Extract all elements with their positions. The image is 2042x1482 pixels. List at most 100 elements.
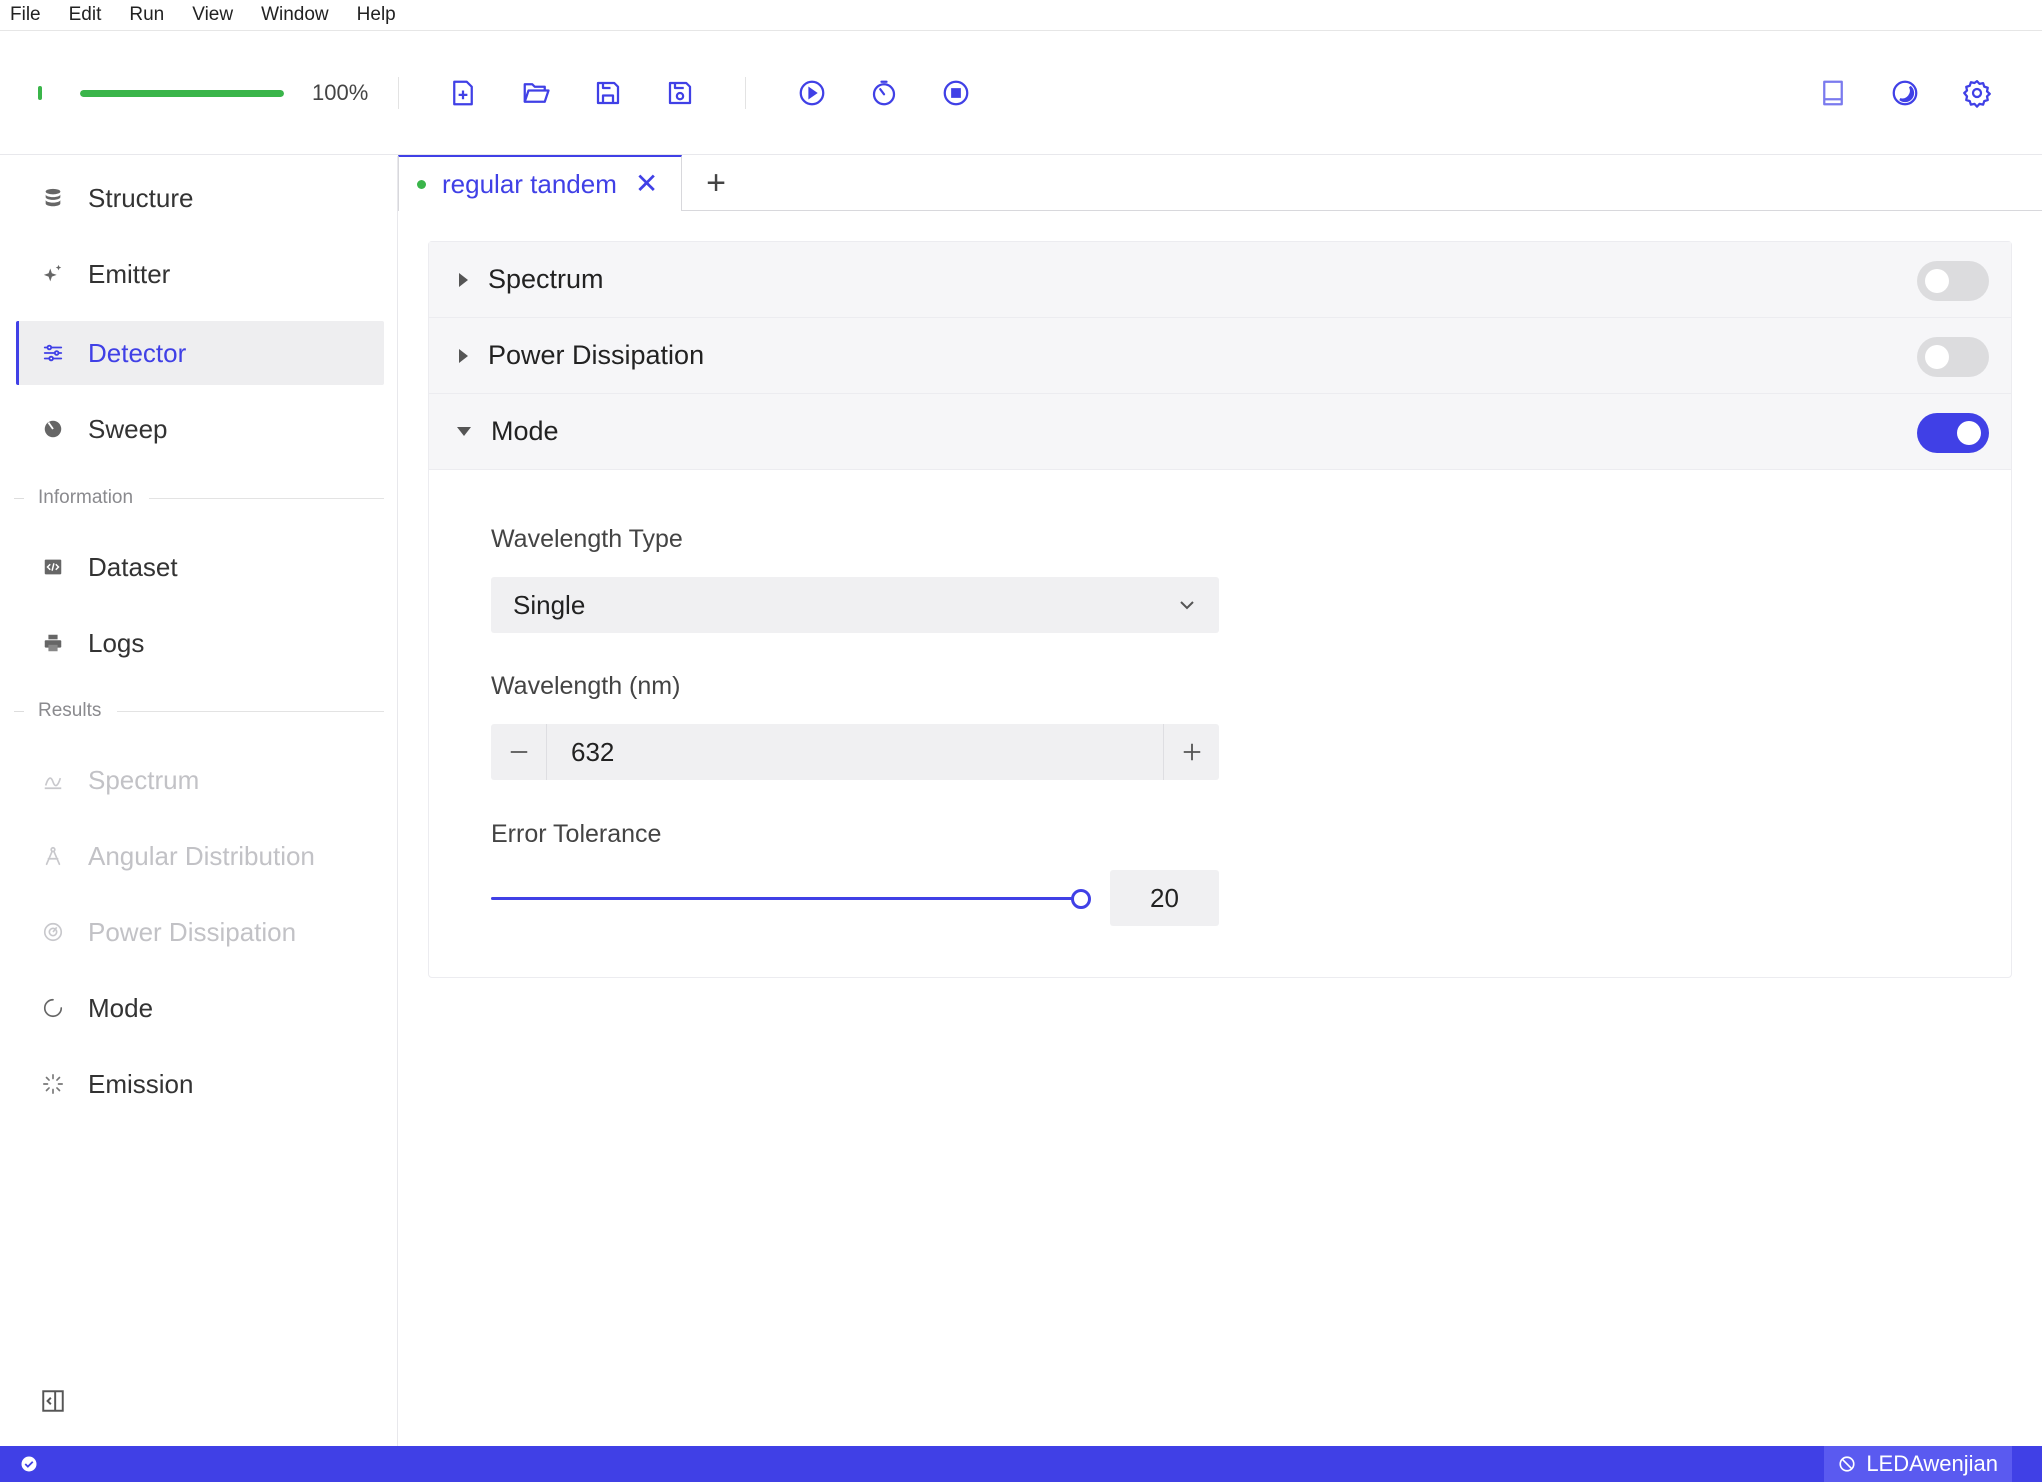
sidebar-item-logs[interactable]: Logs bbox=[16, 611, 384, 675]
caret-right-icon bbox=[459, 272, 468, 287]
new-file-button[interactable] bbox=[443, 73, 483, 113]
plus-icon bbox=[1183, 743, 1200, 761]
section-spectrum[interactable]: Spectrum bbox=[429, 242, 2011, 318]
sidebar-item-label: Power Dissipation bbox=[88, 916, 297, 947]
sidebar-item-label: Detector bbox=[88, 337, 187, 368]
wavelength-input[interactable]: 632 bbox=[571, 737, 614, 768]
wavelength-label: Wavelength (nm) bbox=[491, 672, 681, 700]
timer-button[interactable] bbox=[864, 73, 904, 113]
select-value: Single bbox=[513, 589, 586, 620]
wavelength-type-select[interactable]: Single bbox=[491, 577, 1219, 633]
timer-icon bbox=[872, 80, 896, 106]
wavelength-stepper: 632 bbox=[491, 724, 1219, 780]
section-power-dissipation[interactable]: Power Dissipation bbox=[429, 318, 2011, 394]
sidebar-item-sweep[interactable]: Sweep bbox=[16, 397, 384, 461]
sidebar-item-label: Dataset bbox=[88, 551, 178, 582]
sidebar-item-label: Structure bbox=[88, 182, 194, 213]
section-mode[interactable]: Mode bbox=[429, 394, 2011, 470]
section-title: Information bbox=[38, 487, 134, 508]
sidebar-item-label: Emission bbox=[88, 1068, 194, 1099]
menu-help[interactable]: Help bbox=[353, 2, 400, 28]
sidebar-item-emitter[interactable]: Emitter bbox=[16, 242, 384, 306]
wavelength-type-label: Wavelength Type bbox=[491, 525, 683, 553]
slider-fill bbox=[491, 897, 1081, 900]
status-indicator bbox=[38, 86, 42, 100]
save-as-icon bbox=[668, 81, 692, 105]
sidebar-item-emission[interactable]: Emission bbox=[16, 1052, 384, 1116]
section-title: Power Dissipation bbox=[488, 340, 705, 370]
tab-bar: regular tandem ✕ + bbox=[398, 155, 2042, 211]
section-title: Results bbox=[38, 700, 102, 721]
power-dissipation-toggle[interactable] bbox=[1917, 337, 1989, 377]
save-as-button[interactable] bbox=[660, 73, 700, 113]
chevron-down-icon bbox=[1180, 601, 1194, 610]
error-tolerance-input[interactable]: 20 bbox=[1110, 870, 1219, 926]
book-icon bbox=[1823, 80, 1843, 106]
increment-button[interactable] bbox=[1163, 724, 1219, 780]
gauge-icon bbox=[43, 922, 63, 942]
pie-icon bbox=[44, 420, 62, 438]
mode-toggle[interactable] bbox=[1917, 413, 1989, 453]
tab-status-dot bbox=[417, 179, 426, 189]
save-button[interactable] bbox=[588, 73, 628, 113]
error-tolerance-slider[interactable] bbox=[491, 884, 1091, 914]
tab-regular-tandem[interactable]: regular tandem ✕ bbox=[398, 155, 682, 211]
theme-icon bbox=[1892, 80, 1918, 106]
sparkle-icon bbox=[43, 264, 62, 282]
loading-icon bbox=[43, 998, 63, 1018]
theme-button[interactable] bbox=[1885, 73, 1925, 113]
tab-close-icon[interactable]: ✕ bbox=[635, 170, 658, 198]
menu-run[interactable]: Run bbox=[125, 2, 168, 28]
user-badge[interactable]: LEDAwenjian bbox=[1824, 1446, 2012, 1482]
docs-button[interactable] bbox=[1813, 73, 1853, 113]
decrement-button[interactable] bbox=[491, 724, 547, 780]
minus-icon bbox=[510, 751, 527, 753]
spinner-icon bbox=[43, 1074, 63, 1094]
sidebar-item-dataset[interactable]: Dataset bbox=[16, 535, 384, 599]
check-circle-icon bbox=[21, 1456, 37, 1472]
menu-edit[interactable]: Edit bbox=[65, 2, 106, 28]
toolbar: 100% bbox=[0, 31, 2042, 155]
spectrum-toggle[interactable] bbox=[1917, 261, 1989, 301]
sidebar-item-detector[interactable]: Detector bbox=[16, 321, 384, 385]
sidebar: Structure Emitter Detector Sweep Informa… bbox=[0, 156, 398, 1446]
slider-handle[interactable] bbox=[1071, 889, 1091, 909]
sidebar-item-mode[interactable]: Mode bbox=[16, 976, 384, 1040]
settings-button[interactable] bbox=[1957, 73, 1997, 113]
menu-view[interactable]: View bbox=[188, 2, 237, 28]
add-tab-button[interactable]: + bbox=[698, 164, 734, 202]
sidebar-item-label: Angular Distribution bbox=[88, 840, 315, 871]
sliders-icon bbox=[43, 344, 63, 362]
printer-icon bbox=[44, 634, 62, 652]
sidebar-item-structure[interactable]: Structure bbox=[16, 166, 384, 230]
menu-bar: File Edit Run View Window Help bbox=[0, 0, 2042, 31]
compass-icon bbox=[45, 846, 61, 866]
sidebar-collapse-icon bbox=[42, 1390, 64, 1412]
detector-panel: Spectrum Power Dissipation Mode Waveleng… bbox=[428, 241, 2012, 978]
username: LEDAwenjian bbox=[1866, 1451, 1998, 1476]
spectrum-icon bbox=[44, 777, 62, 790]
database-icon bbox=[45, 188, 61, 207]
menu-file[interactable]: File bbox=[6, 2, 45, 28]
stop-button[interactable] bbox=[936, 73, 976, 113]
sidebar-item-label: Emitter bbox=[88, 258, 171, 289]
stop-icon bbox=[943, 80, 969, 106]
run-button[interactable] bbox=[792, 73, 832, 113]
progress-fill bbox=[80, 90, 284, 97]
toolbar-divider bbox=[745, 77, 746, 109]
sidebar-item-label: Logs bbox=[88, 627, 145, 658]
section-title: Spectrum bbox=[488, 264, 604, 294]
toolbar-divider bbox=[398, 77, 399, 109]
sidebar-item-label: Mode bbox=[88, 992, 154, 1023]
section-header-information: Information bbox=[14, 486, 384, 510]
sidebar-item-label: Sweep bbox=[88, 413, 168, 444]
sidebar-item-label: Spectrum bbox=[88, 764, 200, 795]
open-folder-button[interactable] bbox=[516, 73, 556, 113]
sidebar-item-angular-distribution: Angular Distribution bbox=[16, 824, 384, 888]
section-header-results: Results bbox=[14, 699, 384, 723]
collapse-sidebar-button[interactable] bbox=[40, 1388, 66, 1414]
menu-window[interactable]: Window bbox=[257, 2, 333, 28]
sidebar-item-power-dissipation: Power Dissipation bbox=[16, 900, 384, 964]
caret-down-icon bbox=[457, 427, 471, 436]
run-icon bbox=[799, 80, 825, 106]
